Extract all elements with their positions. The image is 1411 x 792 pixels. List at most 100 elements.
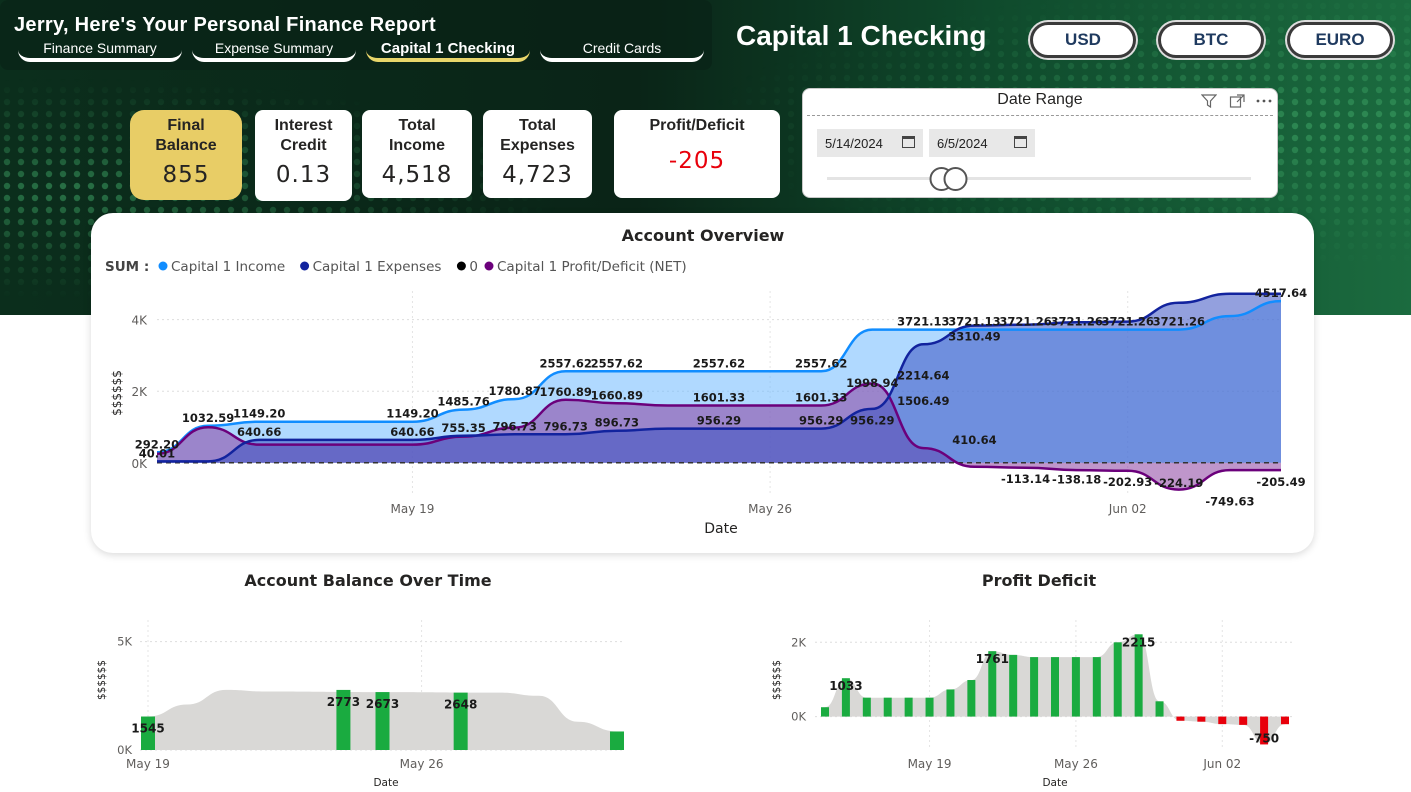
data-label: 40.01 (139, 446, 175, 460)
kpi-profit-deficit-label: Profit/Deficit (649, 117, 745, 134)
balance-bar (610, 731, 624, 750)
data-label: 2773 (327, 695, 360, 709)
kpi-interest-credit-value: 0.13 (275, 162, 332, 188)
data-label: 2557.62 (693, 356, 745, 370)
data-label: 1032.59 (182, 411, 234, 425)
y-axis-title: $$$$$$ (110, 370, 124, 416)
y-tick-label: 5K (117, 635, 132, 649)
data-label: 640.66 (237, 425, 281, 439)
data-label: 2557.62 (540, 356, 592, 370)
profit-deficit-chart: Profit Deficit 0K 2K May 19 May 26 Jun 02 Date… (771, 571, 1295, 789)
y-tick-label: 0K (791, 710, 806, 724)
data-label: 1601.33 (693, 390, 745, 404)
slider-end-handle[interactable] (943, 167, 968, 191)
end-date-value: 6/5/2024 (937, 135, 988, 151)
data-label: 1149.20 (233, 407, 285, 421)
account-overview-title: Account Overview (622, 226, 785, 245)
y-axis-title: $$$$$$ (96, 660, 108, 700)
legend-item: Capital 1 Expenses (313, 259, 442, 275)
tab-credit-cards[interactable]: Credit Cards (540, 38, 704, 62)
data-label: 3721.26 (1050, 315, 1102, 329)
kpi-final-balance-value: 855 (162, 162, 210, 188)
kpi-profit-deficit-value: -205 (668, 148, 726, 174)
profit-bar (821, 707, 829, 717)
data-label: -750 (1249, 731, 1279, 745)
data-label: 2648 (444, 698, 477, 712)
kpi-total-expenses-value: 4,723 (502, 162, 573, 188)
profit-bar (925, 697, 934, 717)
legend-marker (300, 261, 310, 271)
date-range-slider[interactable] (827, 167, 1257, 191)
euro-button[interactable]: EURO (1287, 22, 1393, 58)
kpi-interest-credit-label: Interest Credit (274, 117, 333, 154)
data-label: 410.64 (952, 433, 996, 447)
data-label: 2557.62 (591, 356, 643, 370)
kpi-total-expenses-label: Total Expenses (500, 117, 575, 154)
data-label: -749.63 (1205, 495, 1254, 509)
data-label: 956.29 (850, 414, 894, 428)
data-label: 1660.89 (591, 388, 643, 402)
filter-icon[interactable] (1201, 94, 1217, 108)
profit-bar (1051, 657, 1059, 717)
profit-bar (1071, 657, 1080, 717)
data-label: 956.29 (697, 414, 741, 428)
data-label: 1761 (976, 652, 1009, 666)
report-title: Jerry, Here's Your Personal Finance Repo… (14, 14, 436, 36)
account-balance-title: Account Balance Over Time (244, 571, 491, 590)
tab-expense-summary[interactable]: Expense Summary (192, 38, 356, 62)
kpi-total-income-label: Total Income (388, 117, 445, 154)
profit-deficit-title: Profit Deficit (982, 571, 1097, 590)
profit-bar (1281, 716, 1289, 725)
data-label: 2673 (366, 697, 399, 711)
data-label: 2557.62 (795, 356, 847, 370)
tab-finance-summary[interactable]: Finance Summary (18, 38, 182, 62)
profit-bar (946, 689, 955, 717)
legend-marker (158, 261, 168, 271)
slider-track (827, 177, 1251, 180)
profit-bar (1155, 701, 1164, 717)
slicer-divider (807, 115, 1273, 116)
profit-bar (1113, 642, 1122, 717)
x-tick-label: May 26 (400, 757, 444, 771)
btc-button[interactable]: BTC (1158, 22, 1264, 58)
x-tick-label: May 26 (748, 502, 792, 516)
x-tick-label: Jun 02 (1108, 502, 1147, 516)
data-label: 3721.26 (1102, 315, 1154, 329)
y-tick-label: 4K (131, 314, 148, 328)
legend-marker (484, 261, 494, 271)
data-label: 3721.13 (948, 315, 1000, 329)
profit-bar (967, 680, 976, 717)
more-options-icon[interactable] (1255, 94, 1273, 108)
kpi-total-income-value: 4,518 (381, 162, 453, 188)
data-label: 1998.94 (846, 376, 898, 390)
data-label: -224.19 (1154, 476, 1203, 490)
profit-bar (904, 697, 913, 717)
tab-capital-1-checking[interactable]: Capital 1 Checking (366, 38, 530, 62)
start-date-field[interactable]: 5/14/2024 (817, 129, 923, 157)
y-tick-label: 0K (117, 743, 132, 757)
usd-button[interactable]: USD (1030, 22, 1136, 58)
x-tick-label: May 19 (908, 757, 952, 771)
focus-mode-icon[interactable] (1229, 94, 1245, 108)
end-date-field[interactable]: 6/5/2024 (929, 129, 1035, 157)
data-label: 1545 (131, 722, 164, 736)
data-label: 956.29 (799, 414, 843, 428)
profit-bar (883, 697, 892, 717)
data-label: 2215 (1122, 635, 1155, 649)
x-tick-label: May 19 (126, 757, 170, 771)
kpi-total-income: Total Income 4,518 (362, 110, 472, 198)
data-label: -205.49 (1256, 475, 1305, 489)
legend-prefix: SUM : (105, 259, 149, 275)
calendar-icon[interactable] (902, 136, 915, 148)
data-label: -138.18 (1052, 473, 1101, 487)
data-label: 1760.89 (540, 385, 592, 399)
data-label: 640.66 (390, 425, 434, 439)
data-label: 896.73 (595, 416, 639, 430)
start-date-value: 5/14/2024 (825, 135, 883, 151)
calendar-icon[interactable] (1014, 136, 1027, 148)
dashboard-root: Jerry, Here's Your Personal Finance Repo… (0, 0, 1411, 792)
data-label: 4517.64 (1255, 286, 1307, 300)
y-tick-label: 2K (791, 635, 806, 649)
profit-bar (1239, 716, 1248, 725)
kpi-final-balance-label: Final Balance (155, 117, 217, 154)
